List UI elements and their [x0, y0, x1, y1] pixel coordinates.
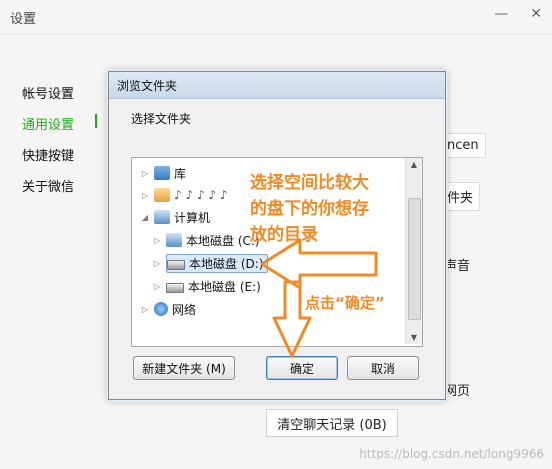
- left-arrow-shape: [260, 238, 378, 290]
- down-arrow-shape: [272, 280, 312, 358]
- annotation-arrows: [260, 238, 378, 358]
